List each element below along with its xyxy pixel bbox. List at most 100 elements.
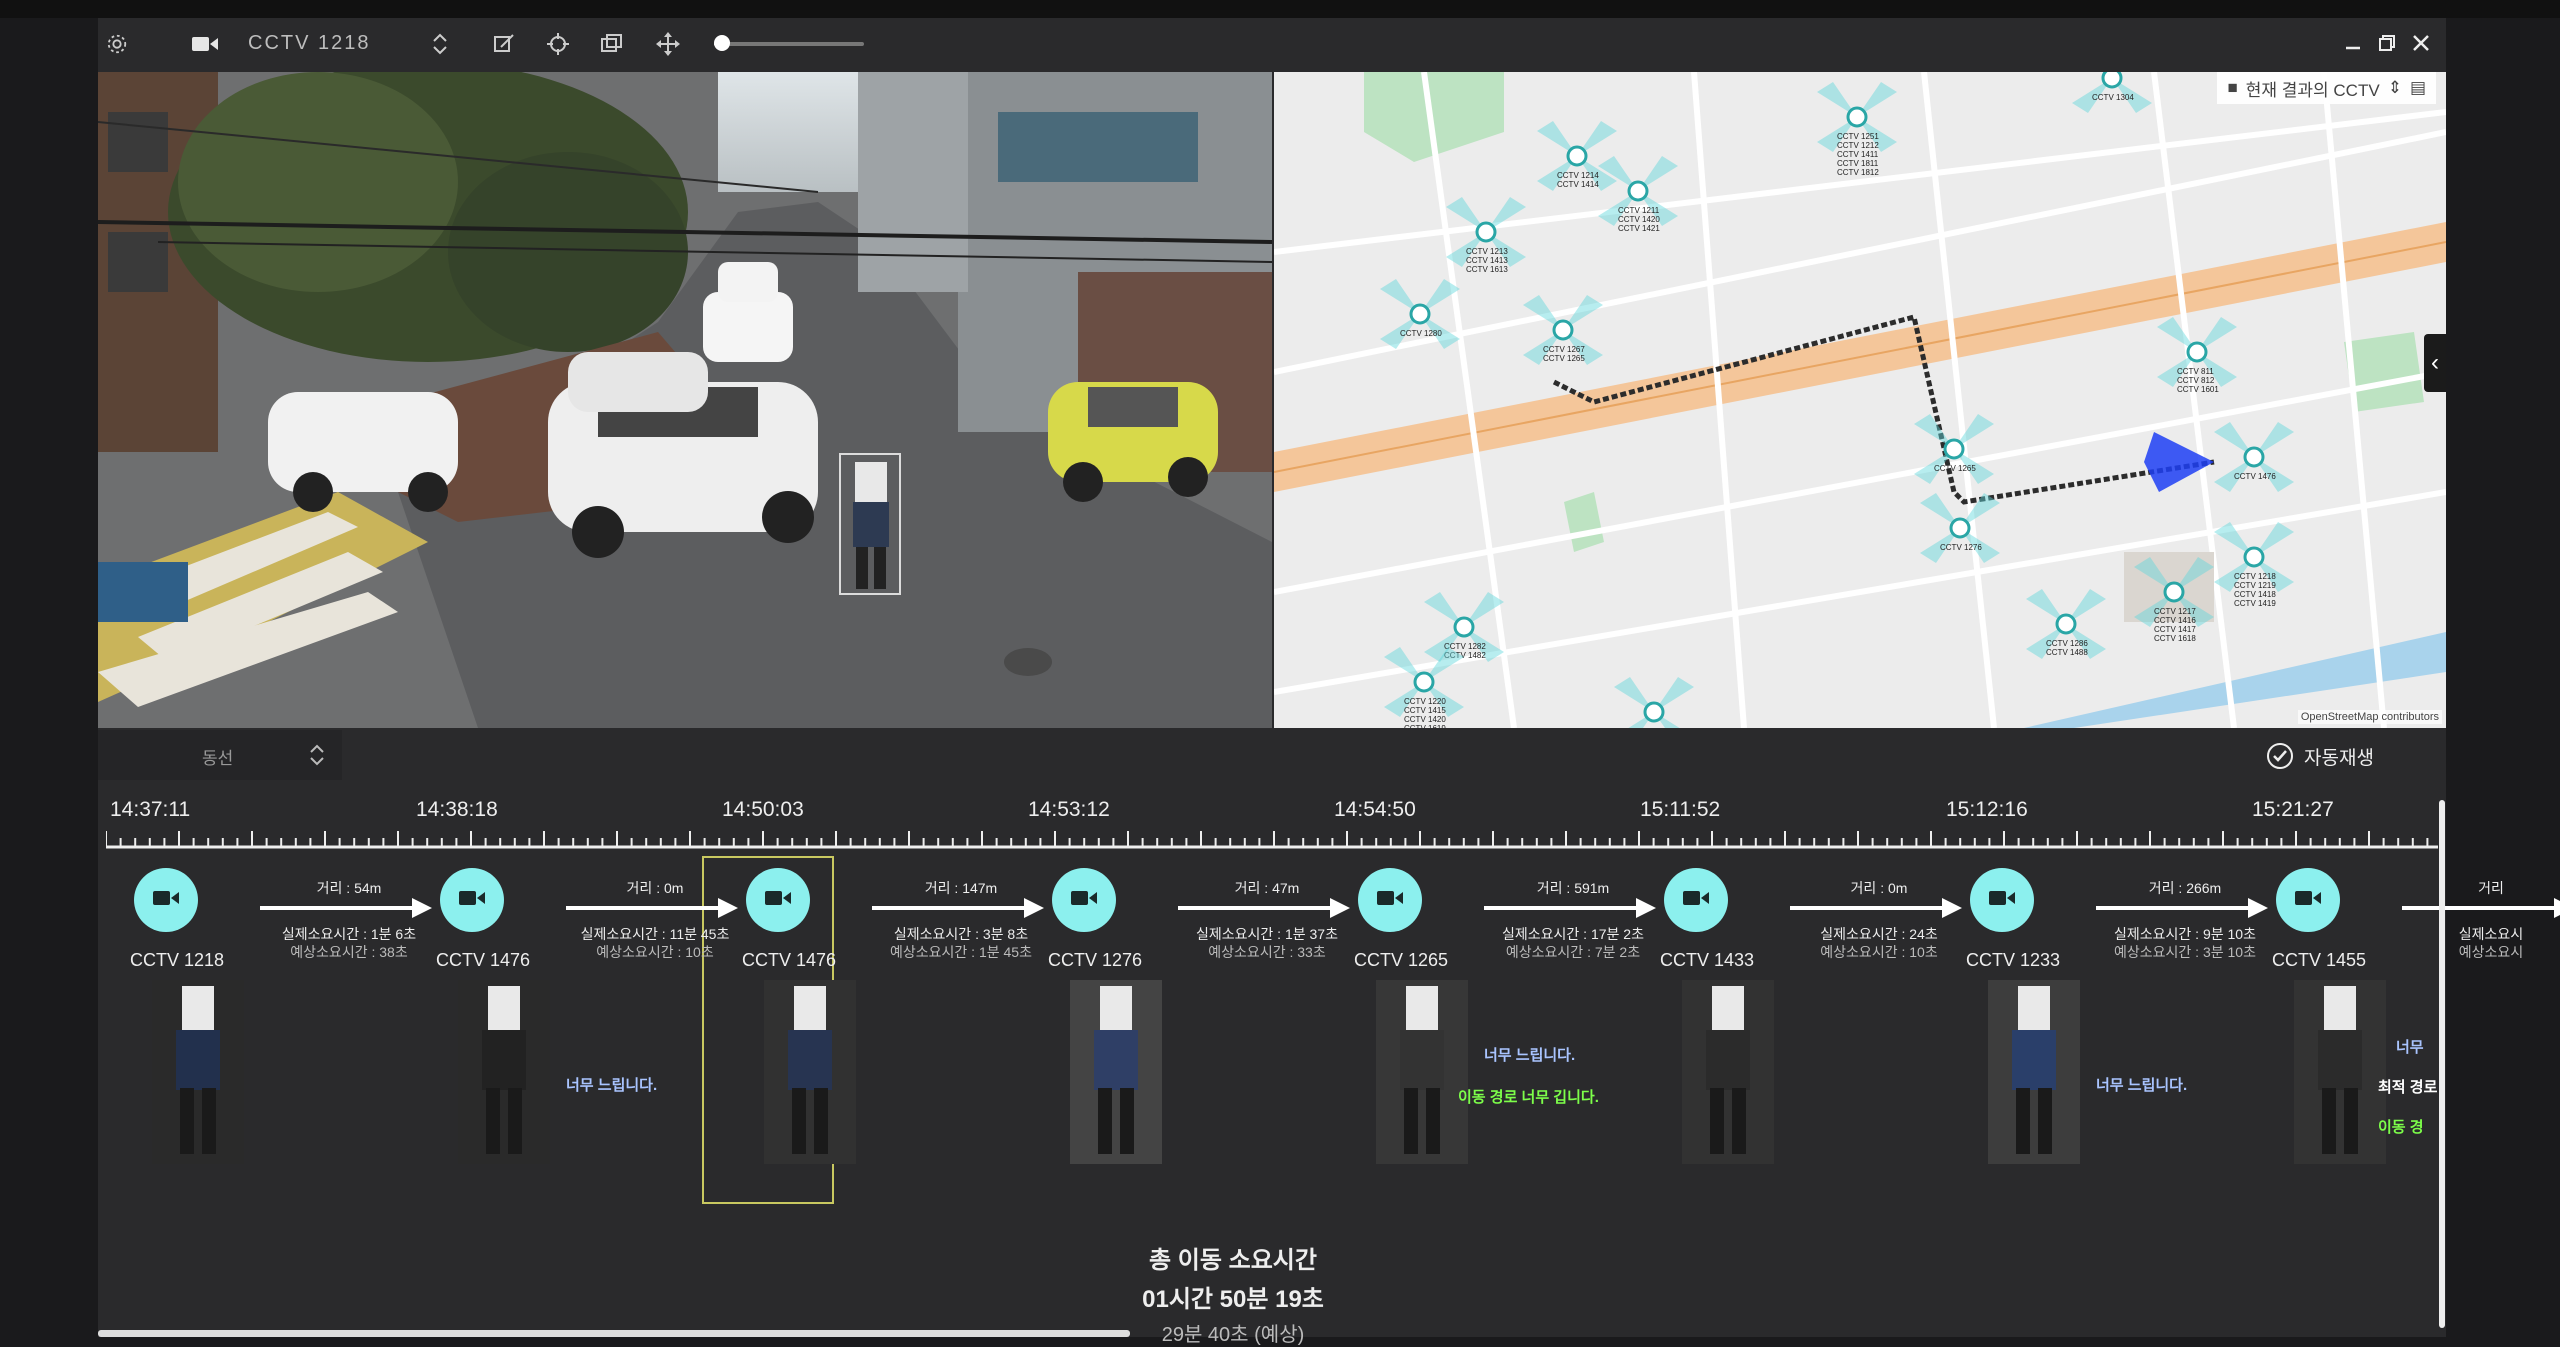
minimize-icon[interactable] — [2338, 28, 2368, 58]
segment-warning: 너무 느립니다. — [1484, 1047, 1576, 1064]
person-thumbnail[interactable] — [1070, 980, 1162, 1164]
map-camera-label: CCTV 1479 — [1634, 727, 1676, 728]
move-arrows-icon[interactable] — [654, 30, 682, 58]
map-camera-label: CCTV 1267 — [1543, 345, 1585, 354]
map-camera-label: CCTV 1413 — [1466, 256, 1508, 265]
copy-window-icon[interactable] — [598, 30, 626, 58]
person-thumbnail[interactable] — [1988, 980, 2080, 1164]
playback-slider[interactable] — [713, 35, 864, 51]
cctv-pin-icon[interactable] — [1846, 106, 1868, 128]
route-selector[interactable]: 동선 — [98, 730, 342, 780]
cctv-pin-icon[interactable] — [2163, 581, 2185, 603]
video-camera-icon[interactable] — [188, 30, 222, 58]
timeline-timestamp: 15:11:52 — [1640, 798, 1721, 821]
person-thumbnail[interactable] — [1376, 980, 1468, 1164]
cctv-pin-icon[interactable] — [1453, 616, 1475, 638]
map-camera-label: CCTV 1276 — [1940, 543, 1982, 552]
segment-distance: 거리 : 0m — [626, 880, 684, 896]
segment-actual-time: 실제소요시 — [2458, 926, 2524, 942]
map-camera-label: CCTV 1415 — [1404, 706, 1446, 715]
person-thumbnail[interactable] — [458, 980, 550, 1164]
segment-actual-time: 실제소요시간 : 11분 45초 — [580, 926, 730, 942]
toolbar: CCTV 1218 — [98, 18, 2446, 70]
timeline-ruler[interactable] — [106, 825, 2438, 849]
horizontal-scrollbar[interactable] — [98, 1330, 1130, 1337]
segment-expected-time: 예상소요시간 : 7분 2초 — [1505, 944, 1641, 960]
map-camera-label: CCTV 1488 — [2046, 648, 2088, 657]
vertical-scrollbar[interactable] — [2439, 800, 2445, 1328]
segment-expected-time: 예상소요시 — [2458, 944, 2524, 960]
edit-box-icon[interactable] — [490, 30, 518, 58]
cctv-pin-icon[interactable] — [1409, 303, 1431, 325]
map-camera-label: CCTV 1304 — [2092, 93, 2134, 102]
chevron-left-icon: ‹ — [2431, 349, 2439, 376]
map-camera-label: CCTV 1613 — [1466, 265, 1508, 274]
layout-icon[interactable]: ▤ — [2410, 78, 2426, 98]
segment-distance: 거리 : 47m — [1234, 880, 1300, 896]
timeline-camera-label: CCTV 1476 — [436, 950, 531, 970]
cctv-pin-icon[interactable] — [1566, 145, 1588, 167]
top-strip — [0, 0, 2560, 18]
person-thumbnail[interactable] — [2294, 980, 2386, 1164]
current-result-cctv-badge[interactable]: ■ 현재 결과의 CCTV ⇕ ▤ — [2217, 72, 2436, 104]
total-title: 총 이동 소요시간 — [1149, 1247, 1317, 1274]
crosshair-icon[interactable] — [544, 30, 572, 58]
collapse-panel-tab[interactable]: ‹ — [2424, 334, 2446, 392]
cctv-pin-icon[interactable] — [1552, 319, 1574, 341]
cctv-video-feed[interactable] — [98, 72, 1272, 728]
cctv-pin-icon[interactable] — [1627, 180, 1649, 202]
timeline-camera-button[interactable] — [440, 868, 504, 932]
map-attribution: OpenStreetMap contributors — [2297, 710, 2442, 724]
timeline-camera-label: CCTV 1265 — [1354, 950, 1449, 970]
cctv-pin-icon[interactable] — [1949, 517, 1971, 539]
cctv-pin-icon[interactable] — [2186, 341, 2208, 363]
timeline-camera-label: CCTV 1433 — [1660, 950, 1755, 970]
map-camera-label: CCTV 1601 — [2177, 385, 2219, 394]
cctv-pin-icon[interactable] — [2243, 546, 2265, 568]
segment-warning: 최적 경로 — [2378, 1079, 2438, 1096]
cctv-pin-icon[interactable] — [1475, 221, 1497, 243]
slider-knob[interactable] — [713, 35, 730, 51]
map-camera-label: CCTV 1811 — [1837, 159, 1879, 168]
cctv-pin-icon[interactable] — [1943, 438, 1965, 460]
person-thumbnail[interactable] — [152, 980, 244, 1164]
cctv-pin-icon[interactable] — [1413, 671, 1435, 693]
timeline-camera-button[interactable] — [2276, 868, 2340, 932]
total-actual-time: 01시간 50분 19초 — [1142, 1286, 1324, 1313]
cctv-pin-icon[interactable] — [2055, 613, 2077, 635]
person-thumbnail[interactable] — [764, 980, 856, 1164]
timeline-camera-button[interactable] — [1358, 868, 1422, 932]
autoplay-toggle[interactable]: 자동재생 — [2266, 742, 2374, 770]
map-camera-label: CCTV 1220 — [1404, 697, 1446, 706]
map-canvas[interactable]: CCTV 1214CCTV 1414CCTV 1211CCTV 1420CCTV… — [1274, 72, 2446, 728]
timeline-timestamp: 14:38:18 — [416, 798, 498, 821]
map-camera-label: CCTV 1418 — [2234, 590, 2276, 599]
map-camera-label: CCTV 1420 — [1618, 215, 1660, 224]
settings-gear-icon[interactable] — [102, 30, 132, 58]
timeline-camera-button[interactable] — [746, 868, 810, 932]
map-camera-label: CCTV 812 — [2177, 376, 2215, 385]
timeline-timestamp: 14:54:50 — [1334, 798, 1416, 821]
close-icon[interactable] — [2406, 28, 2436, 58]
cctv-pin-icon[interactable] — [1643, 701, 1665, 723]
map-camera-label: CCTV 1211 — [1618, 206, 1660, 215]
segment-distance: 거리 : 54m — [316, 880, 382, 896]
segment-expected-time: 예상소요시간 : 3분 10초 — [2114, 944, 2256, 960]
timeline-camera-button[interactable] — [134, 868, 198, 932]
maximize-icon[interactable] — [2372, 28, 2402, 58]
cctv-pin-icon[interactable] — [2101, 72, 2123, 89]
timeline-camera-button[interactable] — [1052, 868, 1116, 932]
timeline-camera-button[interactable] — [1664, 868, 1728, 932]
badge-updown-icon[interactable]: ⇕ — [2388, 78, 2402, 98]
route-updown-icon[interactable] — [308, 742, 326, 773]
person-image — [764, 980, 856, 1164]
timeline-camera-button[interactable] — [1970, 868, 2034, 932]
total-expected-time: 29분 40초 (예상) — [1161, 1324, 1305, 1346]
person-thumbnail[interactable] — [1682, 980, 1774, 1164]
video-camera-icon — [1071, 889, 1097, 912]
up-down-icon[interactable] — [426, 30, 454, 58]
cctv-pin-icon[interactable] — [2243, 446, 2265, 468]
route-label: 동선 — [202, 749, 234, 768]
person-image — [2294, 980, 2386, 1164]
cctv-map[interactable]: CCTV 1214 CCTV 1414 CCTV 1211 CCTV 1420 CCTV… — [1274, 72, 2446, 728]
